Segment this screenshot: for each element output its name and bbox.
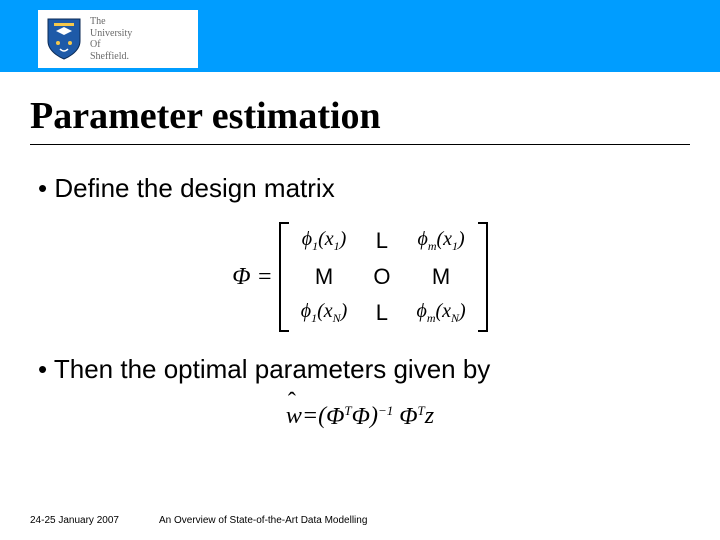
normal-equation: w = (ΦTΦ)−1 ΦTz [30, 403, 690, 431]
logo-line-2: University [90, 28, 132, 40]
m-r2c3: M [432, 264, 450, 290]
m-r2c2: O [373, 264, 390, 290]
m-r3c2: L [376, 300, 388, 326]
logo-line-3: Of [90, 39, 132, 51]
footer-date: 24-25 January 2007 [30, 515, 119, 526]
eq-z: z [425, 403, 434, 431]
m-r3c3: ϕm(xN) [416, 300, 465, 326]
slide-title: Parameter estimation [30, 94, 690, 138]
eq-equals: = [302, 403, 318, 431]
header-band: The University Of Sheffield. [0, 0, 720, 72]
eq-close: ) [370, 403, 378, 431]
m-r1c3: ϕm(x1) [417, 228, 464, 254]
logo-line-4: Sheffield. [90, 51, 132, 63]
slide-footer: 24-25 January 2007 An Overview of State-… [30, 515, 367, 526]
title-rule [30, 144, 690, 145]
crest-icon [46, 17, 82, 61]
matrix-lhs: Φ = [232, 264, 272, 291]
eq-open: ( [318, 403, 326, 431]
bullet-1: Define the design matrix [38, 173, 690, 204]
footer-talk-title: An Overview of State-of-the-Art Data Mod… [159, 515, 367, 526]
slide-content: Parameter estimation Define the design m… [0, 72, 720, 540]
university-name: The University Of Sheffield. [90, 16, 132, 62]
m-r1c1: ϕ1(x1) [302, 228, 347, 254]
m-r3c1: ϕ1(xN) [301, 300, 348, 326]
eq-inv: −1 [378, 403, 393, 431]
m-r1c2: L [376, 228, 388, 254]
university-logo: The University Of Sheffield. [38, 10, 198, 68]
logo-line-1: The [90, 16, 132, 28]
bullet-2: Then the optimal parameters given by [38, 354, 690, 385]
eq-w-hat: w [286, 403, 302, 431]
matrix-bracket: ϕ1(x1) L ϕm(x1) M O M ϕ1(xN) L ϕm(xN) [279, 222, 488, 332]
m-r2c1: M [315, 264, 333, 290]
eq-phiT-1: ΦTΦ [326, 403, 370, 431]
design-matrix: Φ = ϕ1(x1) L ϕm(x1) M O M ϕ1(xN) L ϕm(xN… [30, 222, 690, 332]
eq-phiT-2: ΦT [399, 403, 425, 431]
